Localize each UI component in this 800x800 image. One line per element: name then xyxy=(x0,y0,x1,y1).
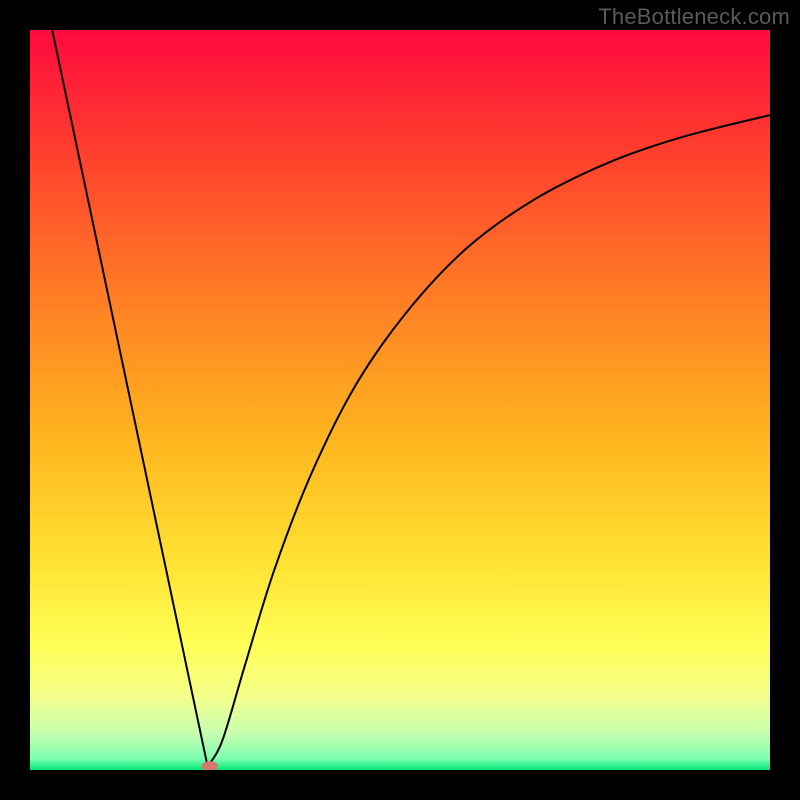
chart-plot-area xyxy=(30,30,770,770)
watermark-text: TheBottleneck.com xyxy=(598,4,790,30)
chart-svg xyxy=(30,30,770,770)
chart-frame: TheBottleneck.com xyxy=(0,0,800,800)
gradient-background xyxy=(30,30,770,770)
